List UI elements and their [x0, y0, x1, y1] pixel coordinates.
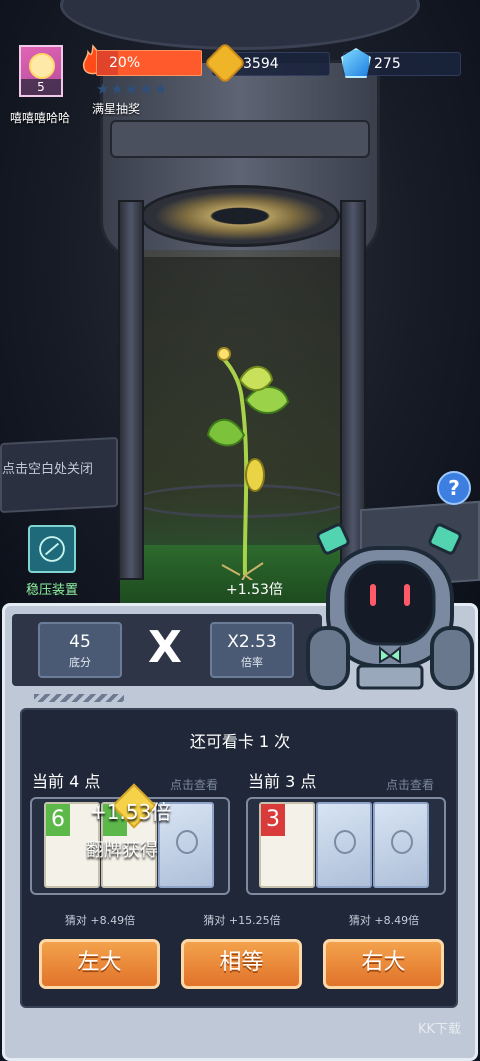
reactor-band [110, 120, 370, 158]
flip-bonus: +1.53倍 [90, 800, 172, 824]
player-name: 嘻嘻嘻哈哈 [10, 111, 71, 125]
card-back-emblem-icon [334, 830, 356, 854]
base-score-value: 45 [69, 632, 91, 652]
right-card-1[interactable]: 3 [259, 802, 315, 888]
help-button[interactable]: ? [437, 471, 471, 505]
star-progress: ★★★★★ [96, 80, 168, 98]
rate-value: X2.53 [227, 632, 277, 652]
equal-button[interactable]: 相等 [181, 939, 302, 989]
left-card-1-rank: 6 [46, 804, 70, 836]
base-score-box: 45 底分 [38, 622, 122, 678]
times-sign: X [148, 622, 182, 673]
card-back-emblem-icon [176, 830, 198, 854]
rate-label: 倍率 [241, 656, 263, 669]
card-back-emblem-icon [391, 830, 413, 854]
avatar-face [29, 53, 55, 79]
left-bigger-button[interactable]: 左大 [39, 939, 160, 989]
energy-percent: 20% [109, 55, 141, 71]
player-avatar[interactable]: 5 [19, 45, 63, 97]
star-icon: ★ [139, 80, 154, 98]
right-card-3[interactable] [373, 802, 429, 888]
stabilizer-button[interactable] [28, 525, 76, 573]
left-points-label: 当前 4 点 [32, 772, 101, 791]
flip-gain-label: 翻牌获得 [86, 840, 158, 861]
ceiling-ring [60, 0, 420, 50]
star-icon: ★ [96, 80, 111, 98]
rate-box: X2.53 倍率 [210, 622, 294, 678]
robot-mascot [306, 523, 474, 690]
close-tip: 点击空白处关闭 [2, 462, 94, 477]
watermark: KK下载 [418, 1022, 462, 1037]
player-level: 5 [21, 79, 61, 95]
odds-left: 猜对 +8.49倍 [64, 914, 136, 927]
remaining-peeks: 还可看卡 1 次 [189, 732, 291, 751]
stabilizer-label: 稳压装置 [26, 583, 79, 598]
plant-image [206, 347, 290, 580]
odds-equal: 猜对 +15.25倍 [203, 914, 281, 927]
energy-bar[interactable]: 20% [96, 50, 202, 76]
right-card-1-rank: 3 [261, 804, 285, 836]
star-icon: ★ [124, 80, 140, 98]
right-bigger-button[interactable]: 右大 [323, 939, 444, 989]
header-stripe [34, 694, 124, 702]
right-tap-view[interactable]: 点击查看 [386, 776, 434, 793]
full-star-lottery-label[interactable]: 满星抽奖 [92, 100, 140, 117]
base-score-label: 底分 [69, 656, 91, 669]
odds-right: 猜对 +8.49倍 [348, 914, 420, 927]
coin-amount: 3594 [243, 56, 279, 72]
gem-amount: 275 [374, 56, 401, 72]
plant-multiplier: +1.53倍 [226, 582, 283, 598]
star-icon: ★ [110, 80, 125, 98]
left-tap-view[interactable]: 点击查看 [170, 776, 218, 793]
stabilizer-icon [39, 536, 65, 562]
star-icon: ★ [153, 80, 169, 98]
reactor-disc [140, 185, 340, 247]
left-pillar [118, 200, 144, 580]
right-points-label: 当前 3 点 [248, 772, 317, 791]
right-card-2[interactable] [316, 802, 372, 888]
